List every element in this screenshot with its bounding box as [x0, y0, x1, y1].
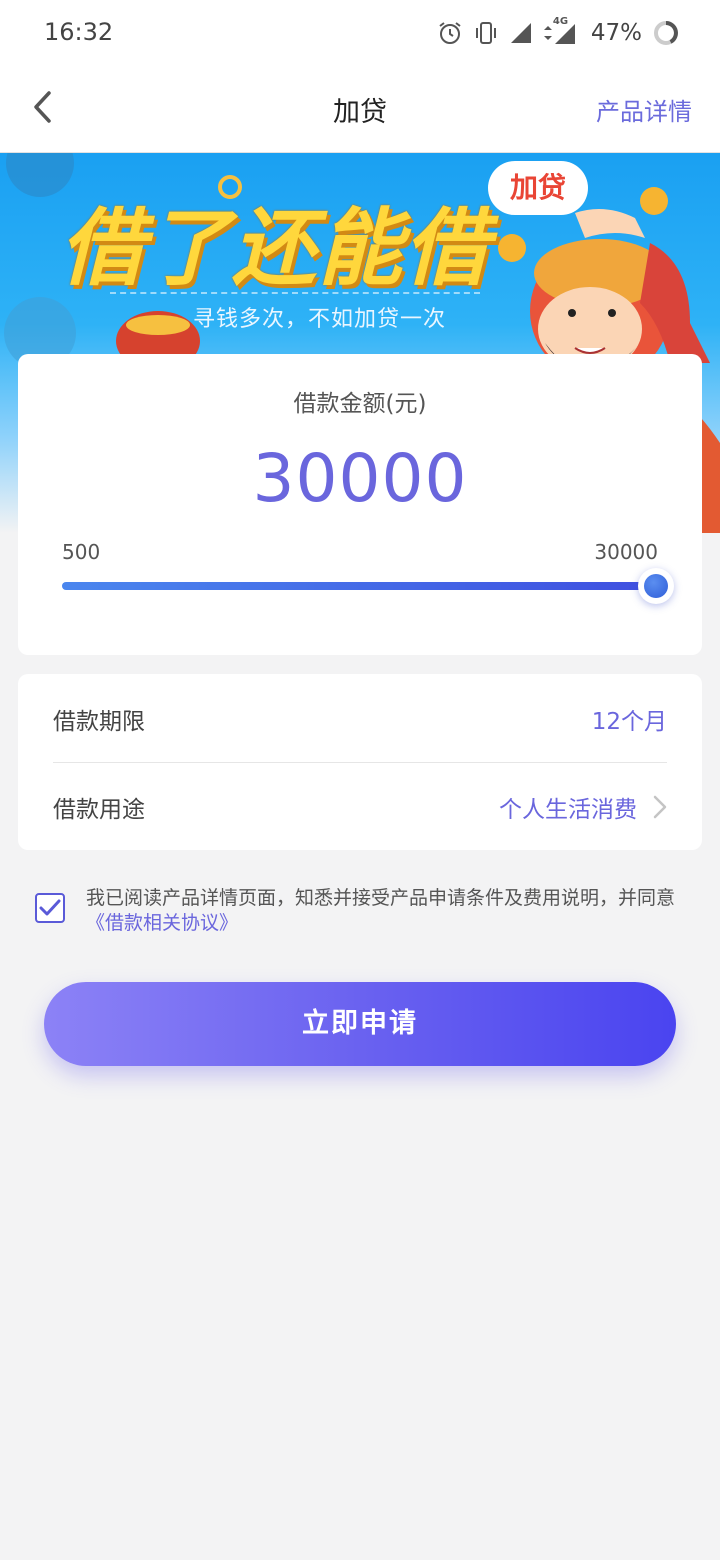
loan-term-value: 12个月	[591, 709, 667, 735]
apply-now-button[interactable]: 立即申请	[44, 982, 676, 1066]
banner-title: 借了还能借	[60, 199, 491, 297]
loan-purpose-row[interactable]: 借款用途 个人生活消费	[53, 762, 667, 850]
loan-purpose-value: 个人生活消费	[499, 797, 637, 823]
agreement-text: 我已阅读产品详情页面，知悉并接受产品申请条件及费用说明，并同意《借款相关协议》	[86, 886, 686, 936]
alarm-icon	[439, 22, 461, 44]
checkmark-icon	[39, 899, 61, 916]
agreement-statement: 我已阅读产品详情页面，知悉并接受产品申请条件及费用说明，并同意	[86, 887, 676, 909]
product-detail-link[interactable]: 产品详情	[596, 92, 692, 127]
banner-divider	[110, 292, 480, 294]
loan-amount-value: 30000	[252, 440, 468, 517]
loan-options-card: 借款期限 12个月 借款用途 个人生活消费	[18, 674, 702, 850]
battery-icon	[654, 21, 678, 45]
loan-amount-card: 借款金额(元) 30000 500 30000	[18, 354, 702, 655]
nav-bar: 加贷 产品详情	[0, 66, 720, 153]
signal-icon	[510, 23, 531, 43]
amount-slider-track[interactable]	[62, 582, 656, 590]
agreement-link[interactable]: 《借款相关协议》	[86, 912, 238, 934]
slider-min-label: 500	[62, 540, 101, 564]
data-arrows-icon	[543, 26, 552, 40]
cellular-4g: 4G	[543, 16, 577, 46]
chevron-right-icon	[653, 795, 667, 819]
vibrate-icon	[475, 22, 496, 44]
slider-max-label: 30000	[594, 540, 658, 564]
status-icons: 4G 47%	[437, 16, 680, 49]
status-bar: 16:32 4G 47%	[0, 0, 720, 66]
banner-bubble: 加贷	[488, 161, 588, 215]
agreement-checkbox[interactable]	[35, 893, 65, 923]
loan-term-label: 借款期限	[53, 709, 145, 735]
amount-slider-thumb[interactable]	[638, 568, 674, 604]
signal-icon	[554, 24, 575, 44]
loan-purpose-label: 借款用途	[53, 797, 145, 823]
loan-amount-label: 借款金额(元)	[293, 391, 427, 417]
battery-percentage: 47%	[590, 20, 642, 46]
status-time: 16:32	[44, 18, 114, 46]
loan-term-row[interactable]: 借款期限 12个月	[53, 674, 667, 763]
banner-subtitle: 寻钱多次，不如加贷一次	[193, 307, 447, 332]
